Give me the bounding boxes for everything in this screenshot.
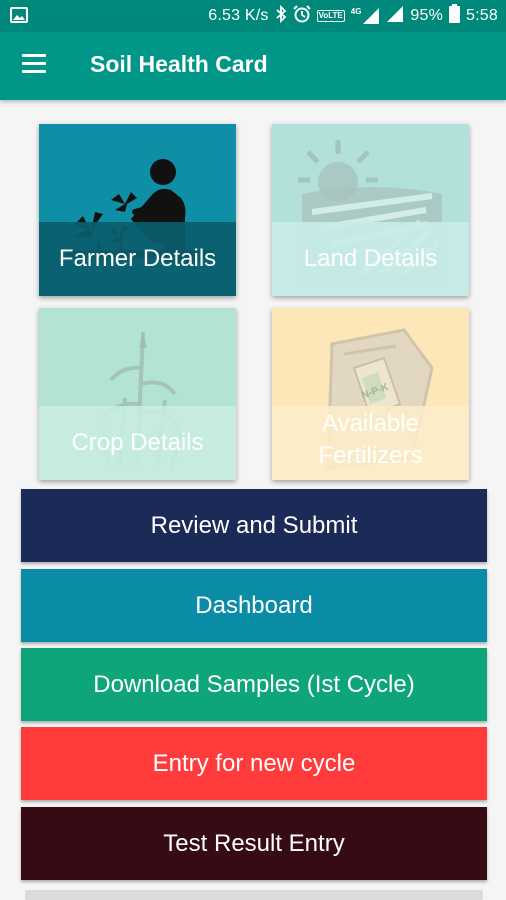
alarm-icon xyxy=(292,4,311,28)
download-samples-button[interactable]: Download Samples (Ist Cycle) xyxy=(21,648,487,721)
signal-4g-icon: 4G xyxy=(351,7,381,25)
app-title: Soil Health Card xyxy=(90,51,268,77)
tile-farmer-details[interactable]: Farmer Details xyxy=(39,124,236,296)
image-icon xyxy=(10,7,28,28)
battery-icon xyxy=(449,4,461,28)
tile-available-fertilizers[interactable]: N-P-K Available Fertilizers xyxy=(272,308,469,480)
test-result-entry-button[interactable]: Test Result Entry xyxy=(21,807,487,880)
app-bar: Soil Health Card xyxy=(0,32,506,100)
tile-land-details[interactable]: Land Details xyxy=(272,124,469,296)
tile-label: Farmer Details xyxy=(58,245,217,272)
review-and-submit-button[interactable]: Review and Submit xyxy=(21,489,487,562)
bluetooth-icon xyxy=(275,4,287,28)
network-type: 4G xyxy=(350,7,362,16)
tile-label: Crop Details xyxy=(71,429,204,456)
tile-label: Land Details xyxy=(303,245,438,272)
entry-new-cycle-button[interactable]: Entry for new cycle xyxy=(21,727,487,800)
battery-percent: 95% xyxy=(410,7,444,24)
tile-label: Available Fertilizers xyxy=(318,410,423,469)
next-button-partial[interactable] xyxy=(25,890,483,900)
app-screen: 6.53 K/s VoLTE 4G 95% 5:58 Soil Health C… xyxy=(0,0,506,900)
dashboard-button[interactable]: Dashboard xyxy=(21,569,487,642)
network-speed: 6.53 K/s xyxy=(208,7,269,24)
hamburger-menu-icon[interactable] xyxy=(22,54,48,76)
clock: 5:58 xyxy=(466,7,498,24)
volte-badge: VoLTE xyxy=(316,10,345,22)
signal-icon xyxy=(386,5,404,28)
tile-crop-details[interactable]: Crop Details xyxy=(39,308,236,480)
status-bar: 6.53 K/s VoLTE 4G 95% 5:58 xyxy=(0,0,506,32)
status-icons: 6.53 K/s VoLTE 4G 95% 5:58 xyxy=(208,0,498,32)
